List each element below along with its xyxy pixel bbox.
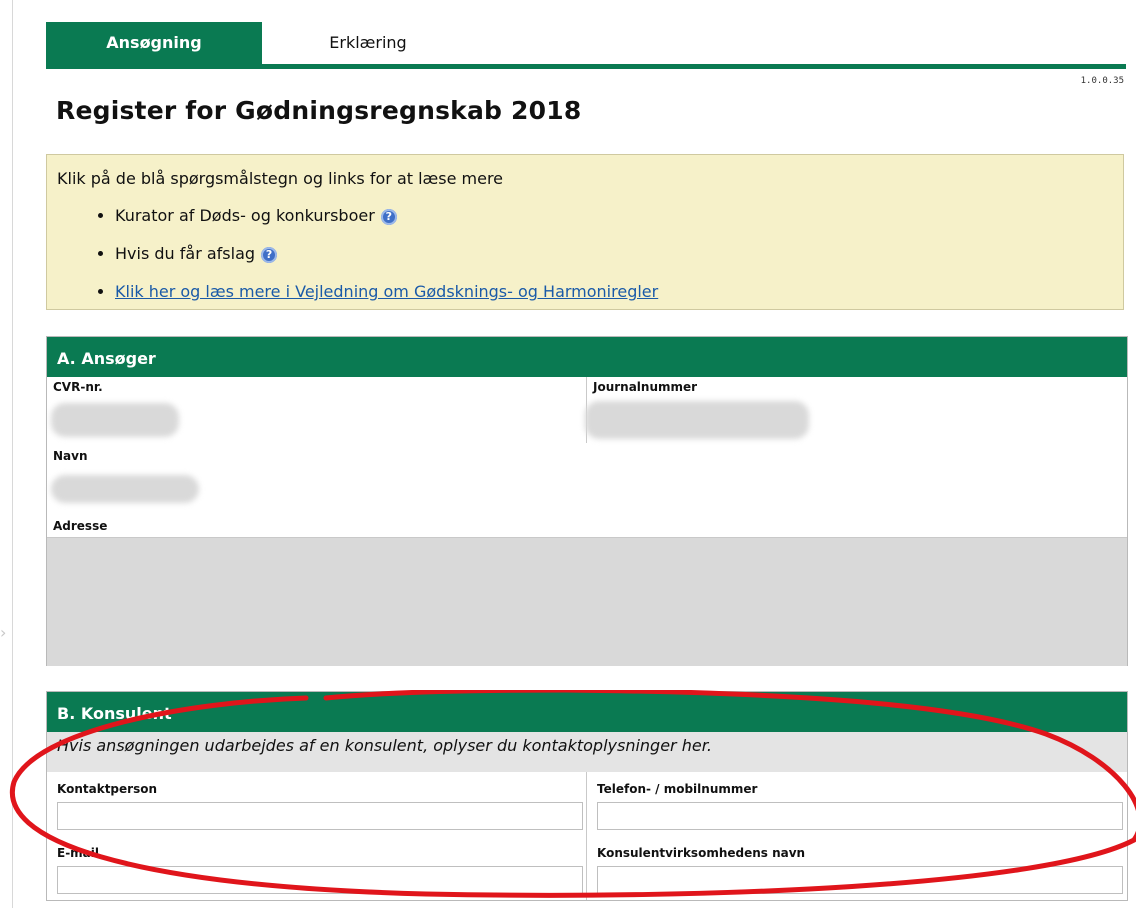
tab-bar: Ansøgning Erklæring xyxy=(46,22,1126,70)
cvr-value-redacted xyxy=(51,403,179,437)
info-box: Klik på de blå spørgsmålstegn og links f… xyxy=(46,154,1124,310)
tab-erklaering[interactable]: Erklæring xyxy=(298,22,438,64)
page-title: Register for Gødningsregnskab 2018 xyxy=(56,96,582,125)
cvr-label: CVR-nr. xyxy=(53,380,103,394)
info-item-vejledning: Klik her og læs mere i Vejledning om Gød… xyxy=(115,277,658,315)
section-title: A. Ansøger xyxy=(47,337,1127,377)
info-item-label: Kurator af Døds- og konkursboer xyxy=(115,206,375,225)
adresse-value-redacted xyxy=(47,537,1127,666)
navn-label: Navn xyxy=(53,449,88,463)
section-ansoeger: A. Ansøger CVR-nr. Journalnummer Navn Ad… xyxy=(46,336,1128,666)
info-item-afslag: Hvis du får afslag? xyxy=(115,239,658,277)
vejledning-link[interactable]: Klik her og læs mere i Vejledning om Gød… xyxy=(115,282,658,301)
navn-value-redacted xyxy=(51,475,199,503)
tab-underline xyxy=(46,64,1126,69)
adresse-label: Adresse xyxy=(53,519,108,533)
chevron-right-icon: › xyxy=(0,623,7,642)
version-label: 1.0.0.35 xyxy=(1080,76,1124,86)
question-icon[interactable]: ? xyxy=(380,209,397,225)
journal-label: Journalnummer xyxy=(593,380,698,394)
journal-value-redacted xyxy=(585,401,809,439)
red-annotation-ellipse xyxy=(9,690,1136,898)
info-intro: Klik på de blå spørgsmålstegn og links f… xyxy=(57,169,504,188)
info-item-label: Hvis du får afslag xyxy=(115,244,256,263)
question-icon[interactable]: ? xyxy=(261,247,278,263)
info-list: Kurator af Døds- og konkursboer? Hvis du… xyxy=(47,201,658,315)
info-item-kurator: Kurator af Døds- og konkursboer? xyxy=(115,201,658,239)
tab-ansogning[interactable]: Ansøgning xyxy=(46,22,262,64)
